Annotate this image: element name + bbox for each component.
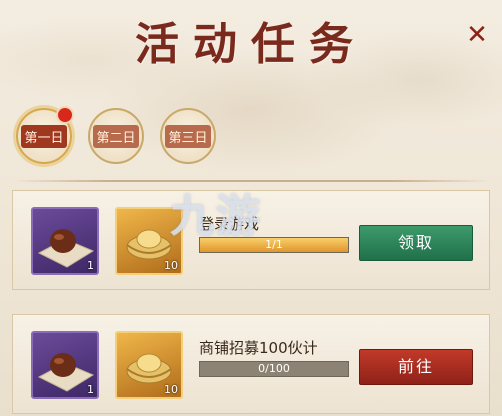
reward-count: 1 <box>87 259 94 272</box>
reward-count: 10 <box>164 259 178 272</box>
reward-count: 1 <box>87 383 94 396</box>
progress-text: 0/100 <box>258 362 290 375</box>
tab-day-1-label: 第一日 <box>21 124 67 148</box>
task-row: 1 10 商铺招募100伙计 0/100 前往 <box>12 314 490 414</box>
tab-day-2[interactable]: 第二日 <box>88 108 144 164</box>
tab-day-3[interactable]: 第三日 <box>160 108 216 164</box>
claim-button[interactable]: 领取 <box>359 225 473 261</box>
reward-count: 10 <box>164 383 178 396</box>
notification-dot <box>56 106 74 124</box>
go-button[interactable]: 前往 <box>359 349 473 385</box>
reward-slot[interactable]: 1 <box>31 331 99 399</box>
watermark-text: 九游 <box>170 191 262 242</box>
page-title: 活动任务 <box>135 19 367 70</box>
progress-bar: 0/100 <box>199 361 349 377</box>
reward-slot[interactable]: 10 <box>115 331 183 399</box>
task-name: 商铺招募100伙计 <box>199 339 318 357</box>
reward-slot[interactable]: 1 <box>31 207 99 275</box>
tab-day-1[interactable]: 第一日 <box>16 106 74 164</box>
tab-day-3-label: 第三日 <box>165 124 211 148</box>
close-icon[interactable]: ✕ <box>466 22 488 48</box>
tab-day-2-label: 第二日 <box>93 124 139 148</box>
